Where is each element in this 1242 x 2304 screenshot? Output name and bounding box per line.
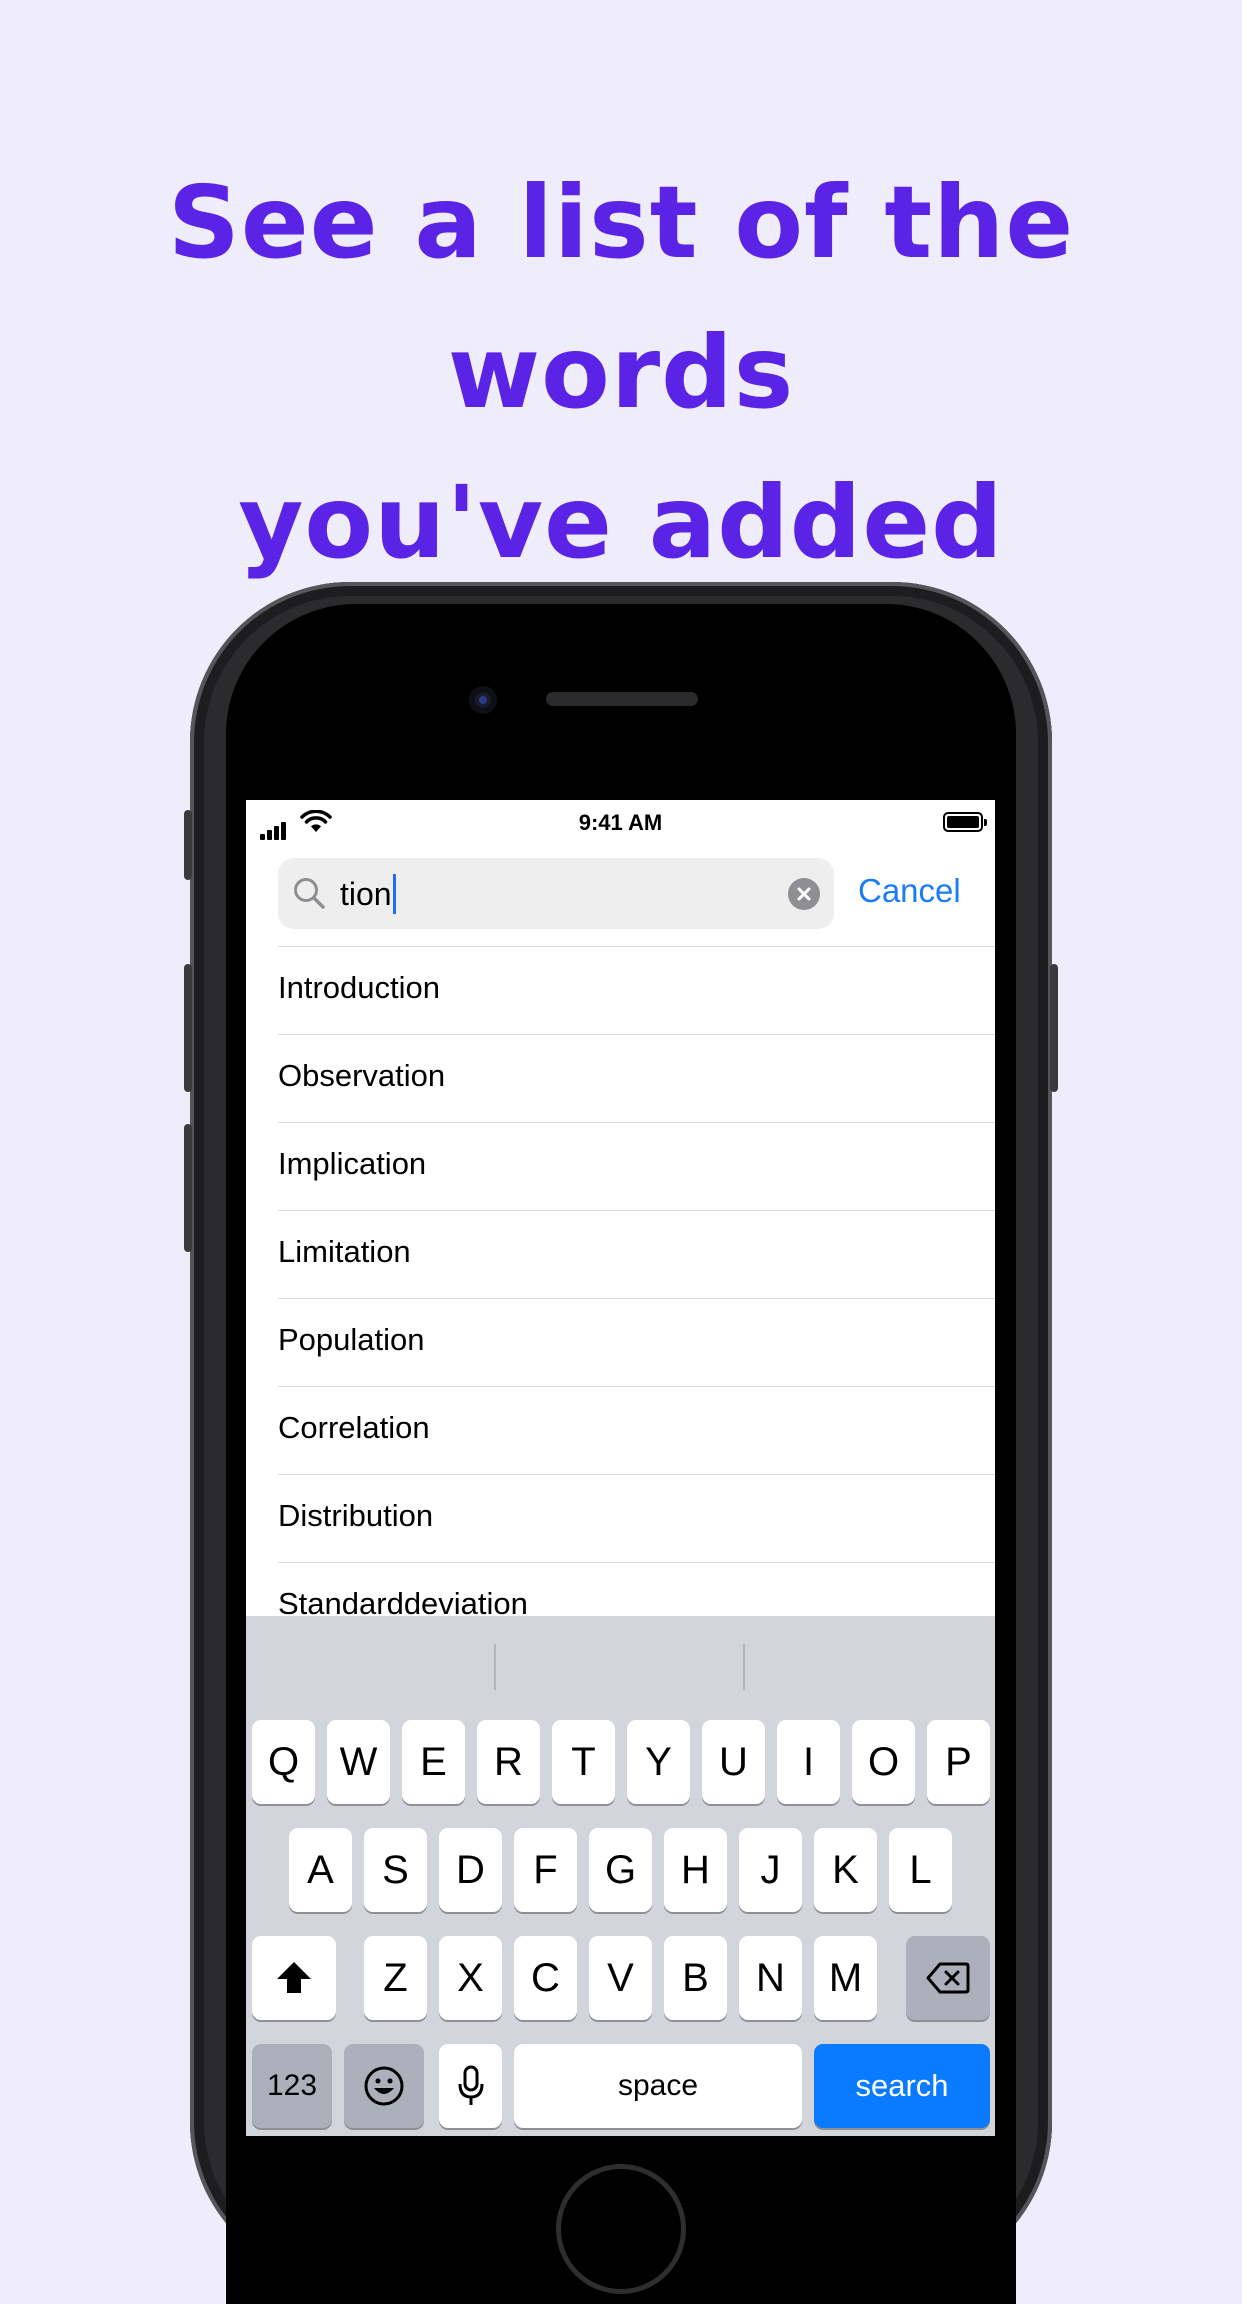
mute-switch — [184, 810, 192, 880]
key-v[interactable]: V — [589, 1936, 652, 2020]
volume-up-button — [184, 964, 192, 1092]
key-x[interactable]: X — [439, 1936, 502, 2020]
list-item[interactable]: Implication — [278, 1122, 995, 1210]
list-item[interactable]: Introduction — [278, 946, 995, 1034]
power-button — [1050, 964, 1058, 1092]
key-e[interactable]: E — [402, 1720, 465, 1804]
list-item[interactable]: Observation — [278, 1034, 995, 1122]
numbers-key[interactable]: 123 — [252, 2044, 332, 2128]
key-q[interactable]: Q — [252, 1720, 315, 1804]
emoji-key[interactable] — [344, 2044, 424, 2128]
key-w[interactable]: W — [327, 1720, 390, 1804]
key-b[interactable]: B — [664, 1936, 727, 2020]
key-t[interactable]: T — [552, 1720, 615, 1804]
key-n[interactable]: N — [739, 1936, 802, 2020]
earpiece-speaker — [546, 692, 698, 706]
suggestion-divider — [494, 1644, 496, 1690]
key-p[interactable]: P — [927, 1720, 990, 1804]
key-m[interactable]: M — [814, 1936, 877, 2020]
search-query: tion — [340, 876, 392, 912]
backspace-icon — [926, 1962, 970, 1994]
suggestion-divider — [743, 1644, 745, 1690]
microphone-icon — [458, 2065, 483, 2105]
key-c[interactable]: C — [514, 1936, 577, 2020]
key-l[interactable]: L — [889, 1828, 952, 1912]
key-u[interactable]: U — [702, 1720, 765, 1804]
delete-key[interactable] — [906, 1936, 990, 2020]
list-item[interactable]: Distribution — [278, 1474, 995, 1562]
volume-down-button — [184, 1124, 192, 1252]
status-bar: 9:41 AM — [246, 800, 995, 844]
key-a[interactable]: A — [289, 1828, 352, 1912]
phone-screen: 9:41 AM tion Cancel Introduction Observa… — [246, 800, 995, 2136]
key-r[interactable]: R — [477, 1720, 540, 1804]
search-icon — [294, 878, 325, 909]
key-k[interactable]: K — [814, 1828, 877, 1912]
emoji-icon — [364, 2066, 404, 2106]
home-button[interactable] — [556, 2164, 686, 2294]
list-item[interactable]: Population — [278, 1298, 995, 1386]
shift-key[interactable] — [252, 1936, 336, 2020]
headline: See a list of the words you've added — [0, 148, 1242, 598]
list-item[interactable]: Correlation — [278, 1386, 995, 1474]
front-camera — [469, 686, 497, 714]
key-s[interactable]: S — [364, 1828, 427, 1912]
key-j[interactable]: J — [739, 1828, 802, 1912]
list-item[interactable]: Limitation — [278, 1210, 995, 1298]
search-input[interactable]: tion — [340, 872, 396, 916]
text-caret — [392, 873, 396, 914]
key-o[interactable]: O — [852, 1720, 915, 1804]
headline-line-1: See a list of the words — [167, 164, 1075, 431]
dictation-key[interactable] — [439, 2044, 502, 2128]
key-g[interactable]: G — [589, 1828, 652, 1912]
key-d[interactable]: D — [439, 1828, 502, 1912]
clear-search-icon[interactable] — [788, 878, 820, 910]
key-z[interactable]: Z — [364, 1936, 427, 2020]
search-key[interactable]: search — [814, 2044, 990, 2128]
key-y[interactable]: Y — [627, 1720, 690, 1804]
shift-icon — [277, 1962, 311, 1993]
space-key[interactable]: space — [514, 2044, 802, 2128]
key-i[interactable]: I — [777, 1720, 840, 1804]
search-bar[interactable]: tion — [278, 858, 834, 929]
key-h[interactable]: H — [664, 1828, 727, 1912]
keyboard: Q W E R T Y U I O P A S D F G H J K L Z … — [246, 1616, 995, 2136]
battery-icon — [943, 812, 987, 832]
cancel-button[interactable]: Cancel — [858, 872, 961, 910]
status-time: 9:41 AM — [578, 810, 663, 835]
word-list: Introduction Observation Implication Lim… — [278, 946, 995, 1650]
headline-line-2: you've added — [238, 464, 1004, 581]
key-f[interactable]: F — [514, 1828, 577, 1912]
